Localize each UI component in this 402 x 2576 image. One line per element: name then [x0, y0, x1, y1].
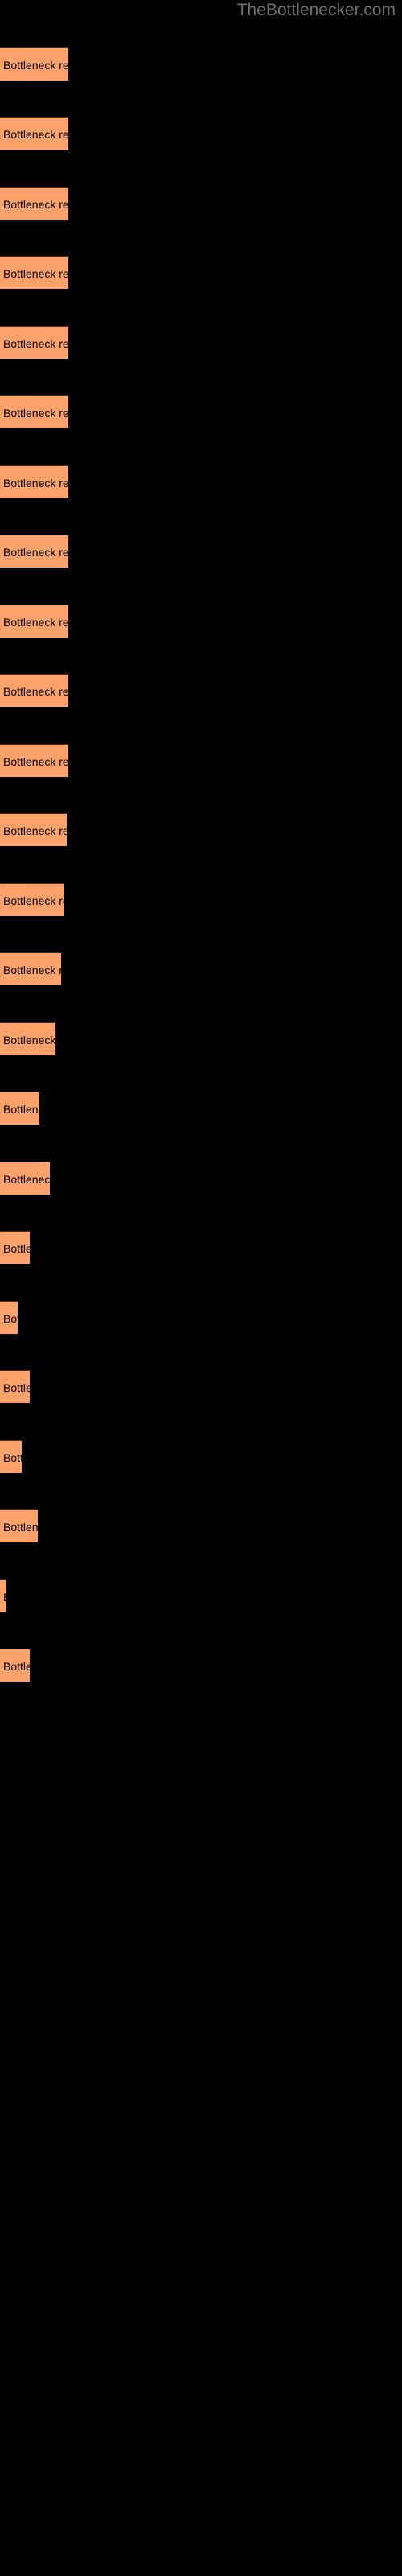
bar-label: Bottleneck result: [3, 336, 68, 350]
bar-label-clip: Bottleneck result: [0, 327, 68, 360]
bar-label-clip: Bottleneck result: [0, 1302, 18, 1335]
bar[interactable]: Bottleneck result: [0, 744, 68, 777]
bar[interactable]: Bottleneck result: [0, 1301, 18, 1334]
bar-label-clip: Bottleneck result: [0, 1162, 50, 1195]
bar[interactable]: Bottleneck result: [0, 535, 68, 568]
bar-label: Bottleneck result: [3, 127, 68, 141]
bar-label-clip: Bottleneck result: [0, 745, 68, 778]
bar[interactable]: Bottleneck result: [0, 187, 68, 220]
bar-label: Bottleneck result: [3, 1172, 50, 1186]
bar-label: Bottleneck result: [3, 476, 68, 489]
bar-label-clip: Bottleneck result: [0, 257, 68, 290]
bar-label-clip: Bottleneck result: [0, 1580, 6, 1613]
bar[interactable]: Bottleneck result: [0, 326, 68, 359]
bar[interactable]: Bottleneck result: [0, 395, 68, 428]
bar-label: Bottleneck result: [3, 1451, 22, 1464]
bar[interactable]: Bottleneck result: [0, 1579, 6, 1612]
bar[interactable]: Bottleneck result: [0, 605, 68, 638]
bar-label: Bottleneck result: [3, 1591, 6, 1603]
bar-label-clip: Bottleneck result: [0, 535, 68, 568]
bar-label: Bottleneck result: [3, 824, 67, 837]
bar-label-clip: Bottleneck result: [0, 1232, 30, 1265]
bar-label-clip: Bottleneck result: [0, 1510, 38, 1543]
bar-label-clip: Bottleneck result: [0, 1441, 22, 1474]
bar-label-clip: Bottleneck result: [0, 884, 64, 917]
bar[interactable]: Bottleneck result: [0, 1231, 30, 1264]
bar-label: Bottleneck result: [3, 266, 68, 280]
bar-label-clip: Bottleneck result: [0, 466, 68, 499]
bar-label-clip: Bottleneck result: [0, 814, 67, 847]
bar[interactable]: Bottleneck result: [0, 256, 68, 289]
bar[interactable]: Bottleneck result: [0, 1509, 38, 1542]
bar-label-clip: Bottleneck result: [0, 1371, 30, 1404]
bar-label: Bottleneck result: [3, 58, 68, 72]
bar[interactable]: Bottleneck result: [0, 1092, 39, 1125]
bar-label: Bottleneck result: [3, 545, 68, 559]
bar-label-clip: Bottleneck result: [0, 1649, 30, 1682]
bar[interactable]: Bottleneck result: [0, 813, 67, 846]
bar-label-clip: Bottleneck result: [0, 396, 68, 429]
bar[interactable]: Bottleneck result: [0, 1440, 22, 1473]
bar[interactable]: Bottleneck result: [0, 117, 68, 150]
bar-label-clip: Bottleneck result: [0, 605, 68, 638]
bar-label-clip: Bottleneck result: [0, 118, 68, 151]
bar-label: Bottleneck result: [3, 754, 68, 768]
bar-label-clip: Bottleneck result: [0, 48, 68, 81]
bar-label: Bottleneck result: [3, 894, 64, 907]
bar[interactable]: Bottleneck result: [0, 883, 64, 916]
bar[interactable]: Bottleneck result: [0, 465, 68, 498]
bar-label-clip: Bottleneck result: [0, 953, 61, 986]
bar-label: Bottleneck result: [3, 963, 61, 976]
bar-label: Bottleneck result: [3, 1102, 39, 1116]
bar-label: Bottleneck result: [3, 684, 68, 698]
bar-label: Bottleneck result: [3, 615, 68, 629]
bar[interactable]: Bottleneck result: [0, 1022, 55, 1055]
bar-chart: TheBottlenecker.com Bottleneck result Bot…: [0, 0, 402, 2576]
bar-label: Bottleneck result: [3, 1033, 55, 1046]
bar[interactable]: Bottleneck result: [0, 674, 68, 707]
site-watermark: TheBottlenecker.com: [236, 1, 396, 19]
bar-label-clip: Bottleneck result: [0, 188, 68, 221]
bar-label: Bottleneck result: [3, 1520, 38, 1534]
bar-label-clip: Bottleneck result: [0, 675, 68, 708]
bar[interactable]: Bottleneck result: [0, 952, 61, 985]
bar[interactable]: Bottleneck result: [0, 47, 68, 80]
bar-label: Bottleneck result: [3, 1659, 30, 1673]
bar-label: Bottleneck result: [3, 1241, 30, 1255]
bar-label: Bottleneck result: [3, 197, 68, 211]
bar-label-clip: Bottleneck result: [0, 1023, 55, 1056]
bar[interactable]: Bottleneck result: [0, 1649, 30, 1682]
bar-label: Bottleneck result: [3, 1381, 30, 1394]
bar-label: Bottleneck result: [3, 406, 68, 419]
bar-label: Bottleneck result: [3, 1311, 18, 1325]
bar[interactable]: Bottleneck result: [0, 1162, 50, 1195]
bar[interactable]: Bottleneck result: [0, 1370, 30, 1403]
bar-label-clip: Bottleneck result: [0, 1092, 39, 1125]
